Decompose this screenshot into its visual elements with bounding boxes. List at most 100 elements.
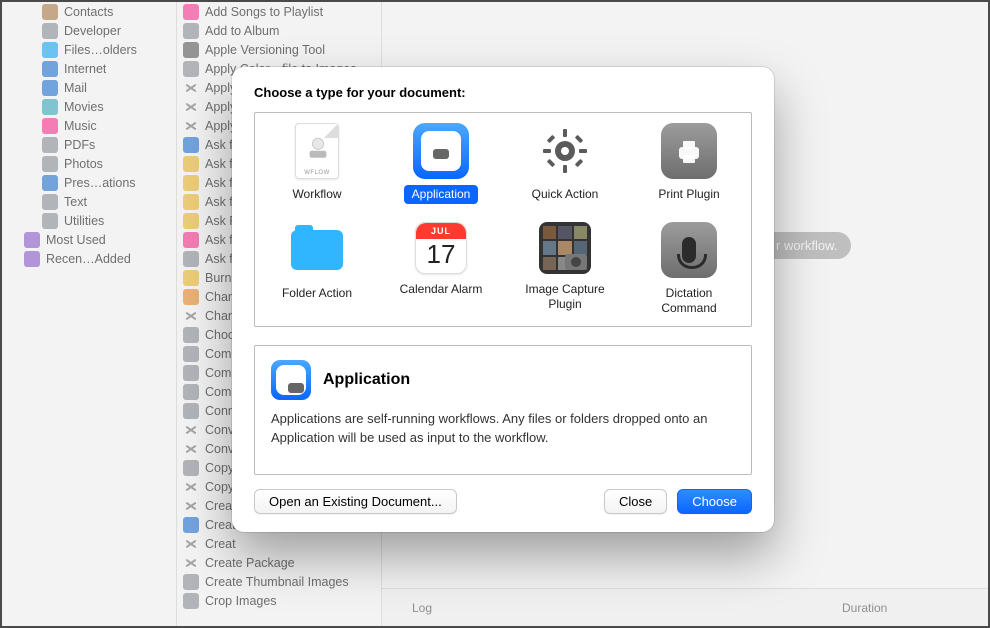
workflow-placeholder-hint: r workflow.	[762, 232, 851, 259]
application-icon	[271, 360, 311, 400]
type-image-capture-plugin-label: Image Capture Plugin	[510, 280, 620, 314]
sidebar-item[interactable]: Music	[2, 116, 176, 135]
sidebar-item[interactable]: Files…olders	[2, 40, 176, 59]
sidebar-item-label: Most Used	[46, 233, 106, 247]
action-label: Conv	[205, 442, 234, 456]
action-list-item[interactable]: Apple Versioning Tool	[177, 40, 381, 59]
type-image-capture-plugin[interactable]: Image Capture Plugin	[503, 216, 627, 318]
action-icon	[183, 156, 199, 172]
folder-icon	[24, 232, 40, 248]
type-workflow[interactable]: WFLOW Workflow	[255, 117, 379, 204]
microphone-icon	[661, 222, 717, 278]
folder-icon	[289, 222, 345, 278]
sidebar-smart-folder[interactable]: Recen…Added	[2, 249, 176, 268]
description-title: Application	[323, 371, 410, 389]
action-icon	[183, 61, 199, 77]
type-print-plugin[interactable]: Print Plugin	[627, 117, 751, 204]
sidebar-item[interactable]: Mail	[2, 78, 176, 97]
developer-icon	[42, 23, 58, 39]
action-list-item[interactable]: Add Songs to Playlist	[177, 2, 381, 21]
action-label: Creat	[205, 537, 236, 551]
action-icon	[183, 99, 199, 115]
choose-document-type-dialog: Choose a type for your document: WFLOW	[232, 67, 774, 532]
sidebar-item[interactable]: Internet	[2, 59, 176, 78]
gear-icon	[537, 123, 593, 179]
action-label: Ask f	[205, 195, 233, 209]
type-folder-action[interactable]: Folder Action	[255, 216, 379, 318]
action-icon	[183, 536, 199, 552]
action-icon	[183, 574, 199, 590]
action-label: Crop Images	[205, 594, 277, 608]
action-label: Copy	[205, 480, 234, 494]
action-icon	[183, 498, 199, 514]
contacts-icon	[42, 4, 58, 20]
action-icon	[183, 346, 199, 362]
sidebar-item-label: Photos	[64, 157, 103, 171]
type-calendar-alarm[interactable]: JUL 17 Calendar Alarm	[379, 216, 503, 318]
action-label: Conn	[205, 404, 235, 418]
action-icon	[183, 42, 199, 58]
sidebar-item-label: Files…olders	[64, 43, 137, 57]
description-text: Applications are self-running workflows.…	[271, 410, 735, 448]
sidebar-item-label: Developer	[64, 24, 121, 38]
action-label: Ask f	[205, 157, 233, 171]
action-icon	[183, 479, 199, 495]
choose-button[interactable]: Choose	[677, 489, 752, 514]
action-label: Chan	[205, 290, 235, 304]
action-label: Apple Versioning Tool	[205, 43, 325, 57]
action-icon	[183, 137, 199, 153]
open-existing-document-button[interactable]: Open an Existing Document...	[254, 489, 457, 514]
calendar-day: 17	[427, 239, 456, 270]
log-label: Log	[382, 601, 842, 615]
close-button[interactable]: Close	[604, 489, 667, 514]
action-label: Copy	[205, 461, 234, 475]
action-label: Chan	[205, 309, 235, 323]
action-icon	[183, 593, 199, 609]
type-dictation-command-label: Dictation Command	[634, 284, 744, 318]
type-dictation-command[interactable]: Dictation Command	[627, 216, 751, 318]
action-icon	[183, 270, 199, 286]
action-icon	[183, 422, 199, 438]
document-type-grid: WFLOW Workflow Application	[254, 112, 752, 327]
action-icon	[183, 517, 199, 533]
folder-icon	[24, 251, 40, 267]
workflow-tag: WFLOW	[296, 170, 338, 176]
action-list-item[interactable]: Add to Album	[177, 21, 381, 40]
type-print-plugin-label: Print Plugin	[650, 185, 727, 204]
action-label: Add to Album	[205, 24, 279, 38]
sidebar-item[interactable]: Pres…ations	[2, 173, 176, 192]
sidebar-item-label: Pres…ations	[64, 176, 136, 190]
sidebar-item[interactable]: Photos	[2, 154, 176, 173]
action-label: Creat	[205, 518, 236, 532]
sidebar-item-label: Recen…Added	[46, 252, 131, 266]
action-icon	[183, 194, 199, 210]
type-description: Application Applications are self-runnin…	[254, 345, 752, 475]
workflow-icon: WFLOW	[289, 123, 345, 179]
action-list-item[interactable]: Creat	[177, 534, 381, 553]
sidebar-item[interactable]: Developer	[2, 21, 176, 40]
sidebar-item-label: Internet	[64, 62, 106, 76]
action-list-item[interactable]: Crop Images	[177, 591, 381, 610]
action-icon	[183, 175, 199, 191]
sidebar-item[interactable]: Text	[2, 192, 176, 211]
action-label: Ask f	[205, 233, 233, 247]
sidebar-item-label: Utilities	[64, 214, 104, 228]
sidebar-item[interactable]: Movies	[2, 97, 176, 116]
utilities-icon	[42, 213, 58, 229]
sidebar-item[interactable]: Utilities	[2, 211, 176, 230]
sidebar-smart-folder[interactable]: Most Used	[2, 230, 176, 249]
type-application[interactable]: Application	[379, 117, 503, 204]
type-quick-action[interactable]: Quick Action	[503, 117, 627, 204]
sidebar-item[interactable]: Contacts	[2, 2, 176, 21]
type-application-label: Application	[404, 185, 479, 204]
type-workflow-label: Workflow	[284, 185, 349, 204]
sidebar-item-label: Movies	[64, 100, 104, 114]
action-label: Choo	[205, 328, 235, 342]
calendar-icon: JUL 17	[415, 222, 467, 274]
action-icon	[183, 460, 199, 476]
image-capture-icon	[539, 222, 591, 274]
action-list-item[interactable]: Create Package	[177, 553, 381, 572]
sidebar-item[interactable]: PDFs	[2, 135, 176, 154]
sidebar-item-label: Contacts	[64, 5, 113, 19]
action-list-item[interactable]: Create Thumbnail Images	[177, 572, 381, 591]
